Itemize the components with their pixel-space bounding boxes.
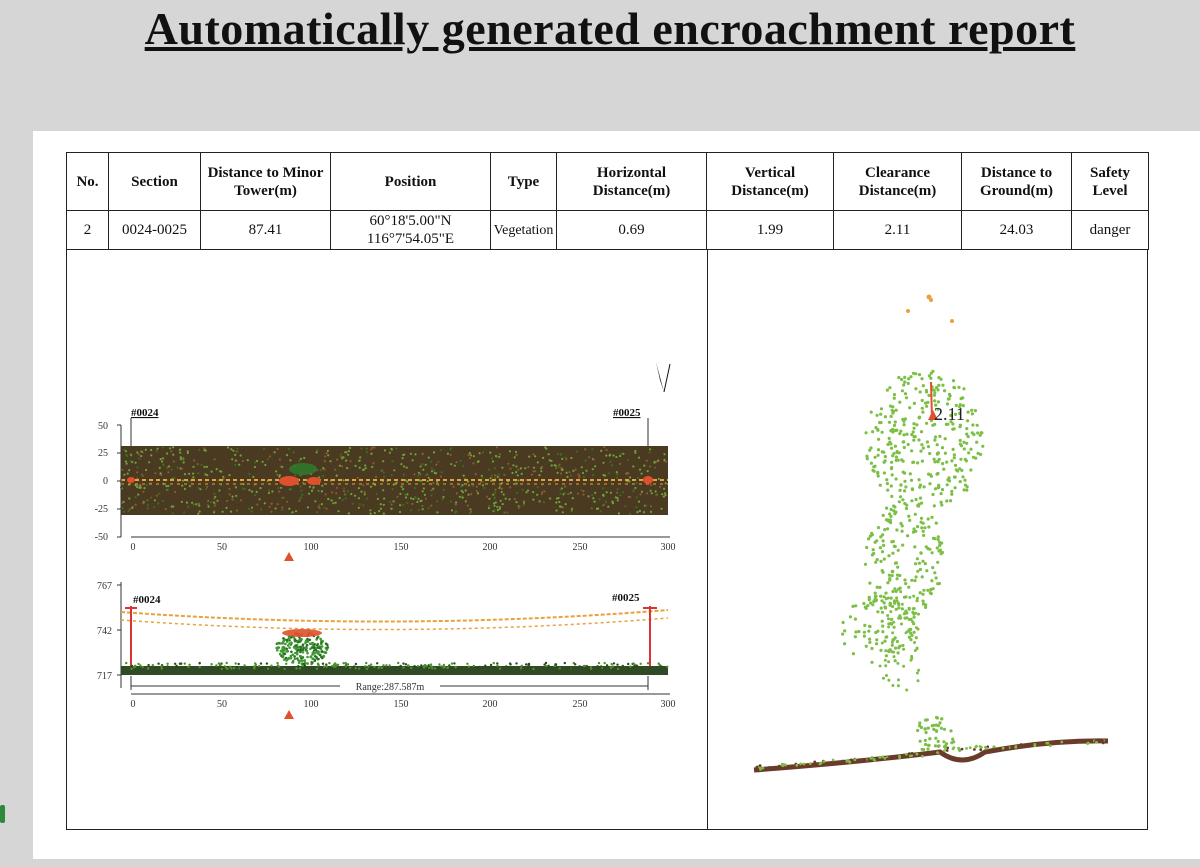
plan-encroachment-marker [279,476,299,486]
plan-location-marker [284,552,294,561]
profile-tower-b-label: #0025 [612,592,640,604]
cell-type: Vegetation [490,210,557,250]
header-ground: Distance to Ground(m) [961,152,1072,211]
table-header-row: No. Section Distance to Minor Tower(m) P… [66,152,1149,211]
cell-distance-minor-tower: 87.41 [200,210,331,250]
profile-y-tick: 767 [97,581,112,592]
profile-view: 767 742 717 #0024 #0025 Range:287.587m 0… [97,581,676,719]
plan-y-tick: -50 [95,532,108,543]
cell-position-lon: 116°7'54.05"E [366,231,455,247]
header-clearance: Clearance Distance(m) [833,152,962,211]
plan-y-ticks: 50 25 0 -25 -50 [95,421,121,543]
plan-tower-b-label: #0025 [613,407,641,419]
plan-x-tick: 50 [217,542,227,553]
plan-view: #0024 #0025 50 25 0 -25 -50 0 50 100 150… [95,407,676,561]
profile-x-tick: 200 [483,699,498,710]
plan-x-tick: 300 [661,542,676,553]
profile-x-tick: 50 [217,699,227,710]
side-marker [0,805,5,823]
profile-ground [121,666,668,675]
cell-vertical: 1.99 [706,210,834,250]
plan-y-tick: 0 [103,476,108,487]
profile-location-marker [284,710,294,719]
plan-tower-a-label: #0024 [131,407,159,419]
plan-x-tick: 0 [131,542,136,553]
profile-range-label: Range:287.587m [356,682,425,693]
cell-ground: 24.03 [961,210,1072,250]
plan-x-ticks: 0 50 100 150 200 250 300 [131,542,676,553]
report-title: Automatically generated encroachment rep… [144,3,1076,54]
profile-x-tick: 250 [573,699,588,710]
cell-no: 2 [66,210,109,250]
cell-section: 0024-0025 [108,210,201,250]
profile-powerline-lower [120,617,669,631]
header-no: No. [66,152,109,211]
cell-position-lat: 60°18'5.00"N [369,213,452,229]
plan-tree-crown [289,463,317,475]
plan-y-tick: 50 [98,421,108,432]
plan-x-tick: 150 [394,542,409,553]
header-vertical: Vertical Distance(m) [706,152,834,211]
header-section: Section [108,152,201,211]
cell-safety: danger [1071,210,1149,250]
header-position: Position [330,152,491,211]
plan-x-tick: 200 [483,542,498,553]
profile-tower-a-label: #0024 [133,594,161,606]
profile-encroachment-marker [282,629,322,637]
profile-y-tick: 717 [97,671,112,682]
plan-x-tick: 100 [304,542,319,553]
profile-y-tick: 742 [97,626,112,637]
clearance-label: 2.11 [934,404,965,424]
header-safety: Safety Level [1071,152,1149,211]
header-type: Type [490,152,557,211]
cross-section-tree [841,369,985,756]
north-arrow-icon [656,362,671,393]
plan-y-tick: -25 [95,504,108,515]
cell-clearance: 2.11 [833,210,962,250]
profile-powerline-upper [120,609,669,623]
cell-horizontal: 0.69 [556,210,707,250]
plan-encroachment-marker-2 [307,477,321,485]
profile-x-tick: 300 [661,699,676,710]
plan-x-tick: 250 [573,542,588,553]
point-cloud-cross-section: 2.11 [753,294,1109,773]
profile-x-tick: 100 [304,699,319,710]
plan-tower-marker-b [643,476,653,484]
cell-position: 60°18'5.00"N 116°7'54.05"E [330,210,491,250]
header-horizontal: Horizontal Distance(m) [556,152,707,211]
conductor-points [906,294,954,323]
plan-y-tick: 25 [98,448,108,459]
cross-section-ground [753,738,1109,773]
table-row: 2 0024-0025 87.41 60°18'5.00"N 116°7'54.… [66,210,1149,250]
profile-x-tick: 150 [394,699,409,710]
plan-tower-marker-a [127,477,135,483]
point-cloud-plan-and-profile: #0024 #0025 50 25 0 -25 -50 0 50 100 150… [95,362,676,719]
encroachment-table: No. Section Distance to Minor Tower(m) P… [66,152,1149,250]
header-distance-minor-tower: Distance to Minor Tower(m) [200,152,331,211]
profile-x-tick: 0 [131,699,136,710]
